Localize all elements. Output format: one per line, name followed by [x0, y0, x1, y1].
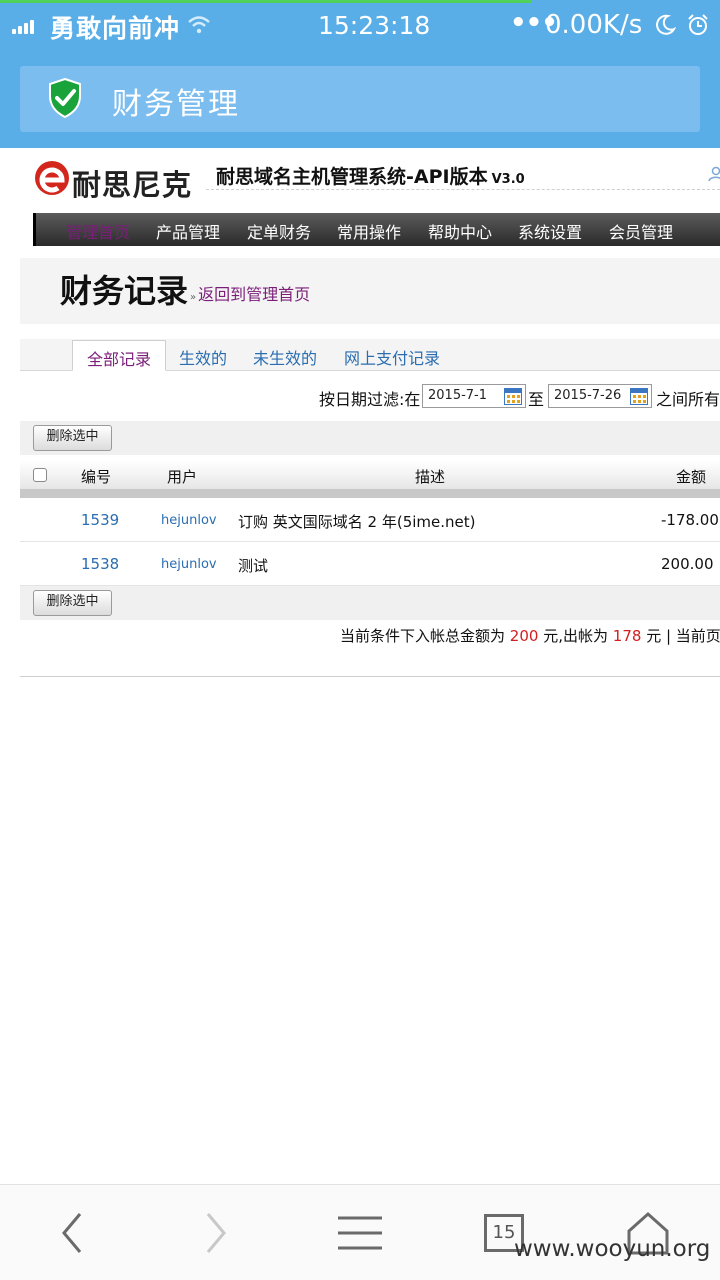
user-icon[interactable]	[708, 166, 720, 182]
app-title-box: 财务管理	[20, 66, 700, 132]
status-bar: 勇敢向前冲 15:23:18 ••• 0.00K/s	[0, 0, 720, 52]
record-tabs: 全部记录 生效的 未生效的 网上支付记录	[20, 339, 720, 371]
wifi-icon	[188, 16, 210, 34]
shield-check-icon	[49, 78, 81, 118]
record-amount: 200.00	[661, 555, 714, 573]
system-title: 耐思域名主机管理系统-API版本 V3.0	[206, 158, 720, 190]
summary-divider	[20, 676, 720, 677]
menu-icon[interactable]	[337, 1215, 383, 1251]
network-speed: 0.00K/s	[545, 10, 643, 40]
carrier-name: 勇敢向前冲	[50, 14, 181, 43]
app-title: 财务管理	[112, 87, 240, 122]
system-version: V3.0	[491, 172, 525, 187]
main-nav: 管理首页 产品管理 定单财务 常用操作 帮助中心 系统设置 会员管理	[33, 213, 720, 246]
logo-e-icon	[35, 161, 69, 195]
app-title-bar: 财务管理	[0, 52, 720, 148]
filter-label: 按日期过滤:在	[319, 390, 421, 409]
nav-item-home[interactable]: 管理首页	[66, 219, 130, 243]
record-id-link[interactable]: 1539	[81, 511, 119, 529]
nav-item-members[interactable]: 会员管理	[609, 219, 673, 243]
record-user-link[interactable]: hejunlov	[161, 513, 217, 528]
summary-text: 当前条件下入帐总金额为 200 元,出帐为 178 元 | 当前页	[340, 625, 720, 646]
start-date-value: 2015-7-1	[428, 388, 488, 403]
page-load-progress	[0, 0, 532, 3]
summary-outgo: 178	[612, 627, 642, 645]
record-description: 订购 英文国际域名 2 年(5ime.net)	[238, 513, 476, 531]
summary-suffix: 元 | 当前页	[646, 627, 720, 645]
table-header-divider	[20, 489, 720, 498]
double-arrow-icon: »	[190, 292, 197, 303]
nav-item-settings[interactable]: 系统设置	[518, 219, 582, 243]
browser-toolbar: 15	[0, 1184, 720, 1280]
back-icon[interactable]	[58, 1211, 86, 1255]
top-action-row: 删除选中	[20, 421, 720, 455]
column-header-user: 用户	[167, 468, 198, 486]
tab-all-records[interactable]: 全部记录	[72, 340, 167, 371]
select-all-checkbox[interactable]	[33, 468, 47, 482]
system-title-text: 耐思域名主机管理系统-API版本	[216, 166, 488, 188]
page-title: 财务记录	[60, 272, 189, 310]
tab-effective[interactable]: 生效的	[179, 345, 227, 369]
alarm-icon	[688, 14, 708, 35]
summary-income: 200	[509, 627, 539, 645]
nav-item-orders[interactable]: 定单财务	[247, 219, 311, 243]
delete-selected-button[interactable]: 删除选中	[33, 590, 112, 616]
tab-online-payments[interactable]: 网上支付记录	[344, 345, 440, 369]
table-row: 1539 hejunlov 订购 英文国际域名 2 年(5ime.net) -1…	[20, 498, 720, 542]
table-row: 1538 hejunlov 测试 200.00	[20, 542, 720, 586]
signal-icon	[12, 16, 38, 34]
table-header: 编号 用户 描述 金额	[20, 461, 720, 489]
summary-mid: 元,出帐为	[543, 627, 608, 645]
watermark: www.wooyun.org	[514, 1236, 711, 1262]
to-label: 至	[528, 390, 545, 409]
start-date-input[interactable]: 2015-7-1	[422, 384, 526, 408]
summary-prefix: 当前条件下入帐总金额为	[340, 627, 506, 645]
back-to-home-link[interactable]: » 返回到管理首页	[190, 281, 310, 305]
page-heading: 财务记录 » 返回到管理首页	[20, 258, 720, 324]
tab-not-effective[interactable]: 未生效的	[253, 345, 317, 369]
nav-item-help[interactable]: 帮助中心	[428, 219, 492, 243]
calendar-icon[interactable]	[630, 388, 648, 405]
forward-icon[interactable]	[202, 1211, 230, 1255]
end-date-value: 2015-7-26	[554, 388, 622, 403]
site-header: 耐思尼克 耐思域名主机管理系统-API版本 V3.0	[0, 148, 720, 210]
record-amount: -178.00	[661, 511, 719, 529]
moon-icon	[656, 14, 676, 35]
record-user-link[interactable]: hejunlov	[161, 557, 217, 572]
nav-item-common[interactable]: 常用操作	[337, 219, 401, 243]
column-header-description: 描述	[415, 468, 446, 486]
date-filter: 按日期过滤:在 2015-7-1 至 2015-7-26 之间所有	[20, 380, 720, 412]
calendar-icon[interactable]	[504, 388, 522, 405]
record-description: 测试	[238, 557, 269, 575]
back-link-label: 返回到管理首页	[198, 285, 311, 304]
column-header-amount: 金额	[676, 468, 707, 486]
logo-text: 耐思尼克	[72, 168, 193, 202]
bottom-action-row: 删除选中	[20, 586, 720, 620]
between-label: 之间所有	[656, 390, 720, 409]
end-date-input[interactable]: 2015-7-26	[548, 384, 652, 408]
record-id-link[interactable]: 1538	[81, 555, 119, 573]
delete-selected-button[interactable]: 删除选中	[33, 425, 112, 451]
clock: 15:23:18	[318, 11, 431, 40]
nav-item-products[interactable]: 产品管理	[156, 219, 220, 243]
column-header-id: 编号	[81, 468, 112, 486]
